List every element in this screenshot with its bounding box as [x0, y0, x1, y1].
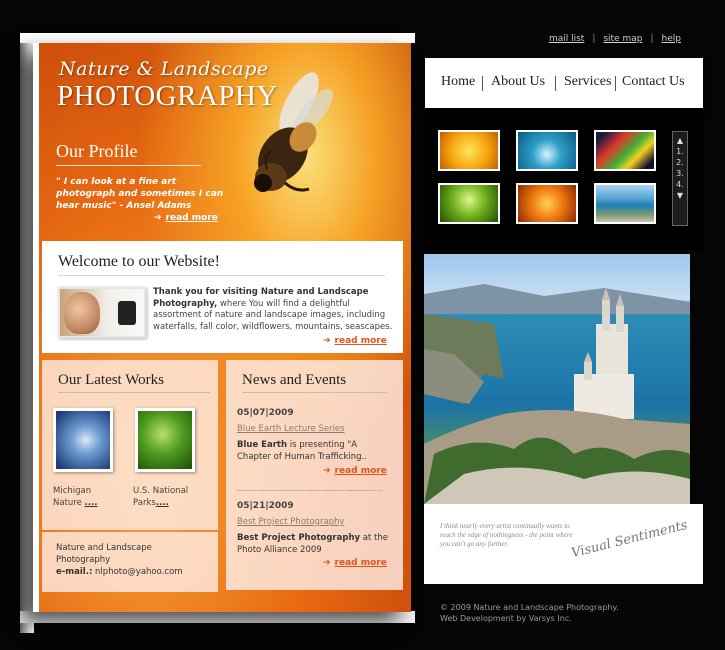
- gallery-thumb-castle[interactable]: [594, 183, 656, 224]
- welcome-read-more-label: read more: [334, 336, 387, 346]
- news-divider: [237, 490, 382, 491]
- camera-icon: [118, 301, 136, 325]
- news-body-bold: Best Project Photography: [237, 533, 361, 543]
- work-caption-line: Michigan: [53, 486, 92, 496]
- news-heading: News and Events: [242, 372, 387, 393]
- frame-edge-top: [20, 33, 415, 43]
- contact-email-label: e-mail.:: [56, 567, 93, 577]
- gallery-thumb-parrot[interactable]: [594, 130, 656, 171]
- pager-up-icon[interactable]: ▲: [673, 135, 687, 146]
- work-more-link[interactable]: ....: [85, 498, 98, 508]
- news-read-more-link[interactable]: ➔ read more: [323, 466, 387, 476]
- profile-read-more-link[interactable]: ➔ read more: [154, 213, 218, 223]
- gallery-thumb-leaf[interactable]: [438, 183, 500, 224]
- news-date: 05|07|2009: [237, 408, 294, 418]
- news-read-more-label: read more: [334, 466, 387, 476]
- pager-item[interactable]: 4.: [673, 179, 687, 190]
- news-title-link[interactable]: Blue Earth Lecture Series: [237, 424, 345, 434]
- castle-hero-image: [424, 254, 690, 504]
- news-body: Blue Earth is presenting "A Chapter of H…: [237, 440, 393, 463]
- footer-copyright: © 2009 Nature and Landscape Photography.: [440, 603, 619, 612]
- contact-name-line1: Nature and Landscape: [56, 543, 152, 553]
- news-events-box: News and Events 05|07|2009 Blue Earth Le…: [226, 360, 403, 590]
- footer-credit: Web Development by Varsys Inc.: [440, 614, 572, 623]
- site-map-link[interactable]: site map: [603, 34, 642, 44]
- sentiment-signature: Visual Sentiments: [569, 517, 690, 562]
- latest-works-box: Our Latest Works Michigan Nature .... U.…: [42, 360, 218, 530]
- pager-item[interactable]: 2.: [673, 157, 687, 168]
- news-read-more-label: read more: [334, 558, 387, 568]
- news-title-link[interactable]: Best Project Photography: [237, 517, 344, 527]
- news-date: 05|21|2009: [237, 501, 294, 511]
- work-caption-line: Parks: [133, 498, 156, 508]
- nav-separator: [615, 76, 616, 91]
- arrow-right-icon: ➔: [323, 466, 331, 476]
- gallery-thumb-rose[interactable]: [438, 130, 500, 171]
- contact-box: Nature and Landscape Photography e-mail.…: [42, 532, 218, 592]
- portrait-face: [64, 292, 100, 334]
- latest-works-heading: Our Latest Works: [58, 372, 210, 393]
- contact-email[interactable]: nlphoto@yahoo.com: [92, 567, 183, 577]
- profile-read-more-label: read more: [165, 213, 218, 223]
- nav-separator: [482, 76, 483, 91]
- profile-quote: " I can look at a fine art photograph an…: [56, 177, 224, 211]
- news-read-more-link[interactable]: ➔ read more: [323, 558, 387, 568]
- pager-item[interactable]: 3.: [673, 168, 687, 179]
- brand-tagline: Nature & Landscape: [59, 58, 269, 80]
- arrow-right-icon: ➔: [323, 558, 331, 568]
- arrow-right-icon: ➔: [154, 213, 162, 223]
- welcome-heading: Welcome to our Website!: [58, 253, 385, 276]
- work-thumb-michigan[interactable]: [53, 408, 113, 472]
- help-link[interactable]: help: [662, 34, 681, 44]
- gallery-pager: ▲ 1. 2. 3. 4. ▼: [672, 131, 688, 226]
- pager-down-icon[interactable]: ▼: [673, 190, 687, 201]
- frame-edge-bottom: [20, 611, 415, 623]
- nav-home[interactable]: Home: [441, 74, 475, 90]
- frame-edge-left: [20, 33, 34, 633]
- brand-title: PHOTOGRAPHY: [57, 80, 278, 112]
- work-caption-line: Nature: [53, 498, 85, 508]
- work-caption-parks: U.S. National Parks....: [133, 485, 188, 509]
- work-more-link[interactable]: ....: [156, 498, 169, 508]
- top-links: mail list | site map | help: [548, 34, 681, 44]
- welcome-box: Welcome to our Website! Thank you for vi…: [42, 241, 403, 353]
- sentiment-panel: I think nearly every artist continually …: [424, 504, 703, 584]
- profile-heading: Our Profile: [56, 141, 201, 166]
- welcome-text: Thank you for visiting Nature and Landsc…: [153, 287, 393, 333]
- nav-separator: [555, 76, 556, 91]
- work-caption-michigan: Michigan Nature ....: [53, 485, 97, 509]
- news-body-bold: Blue Earth: [237, 440, 288, 450]
- contact-name-line2: Photography: [56, 555, 111, 565]
- welcome-read-more-link[interactable]: ➔ read more: [323, 336, 387, 346]
- nav-about-us[interactable]: About Us: [491, 74, 545, 90]
- gallery-thumb-flower[interactable]: [516, 183, 578, 224]
- pager-item[interactable]: 1.: [673, 146, 687, 157]
- news-body: Best Project Photography at the Photo Al…: [237, 533, 393, 556]
- arrow-right-icon: ➔: [323, 336, 331, 346]
- work-caption-line: U.S. National: [133, 486, 189, 496]
- mail-list-link[interactable]: mail list: [549, 34, 584, 44]
- nav-services[interactable]: Services: [564, 74, 611, 90]
- photographer-portrait: [58, 287, 146, 338]
- castle-illustration: [424, 284, 690, 504]
- nav-contact-us[interactable]: Contact Us: [622, 74, 685, 90]
- work-thumb-parks[interactable]: [135, 408, 195, 472]
- gallery-thumb-water[interactable]: [516, 130, 578, 171]
- footer: © 2009 Nature and Landscape Photography.…: [440, 602, 619, 624]
- main-nav: Home About Us Services Contact Us: [425, 58, 703, 108]
- sentiment-quote: I think nearly every artist continually …: [440, 522, 573, 548]
